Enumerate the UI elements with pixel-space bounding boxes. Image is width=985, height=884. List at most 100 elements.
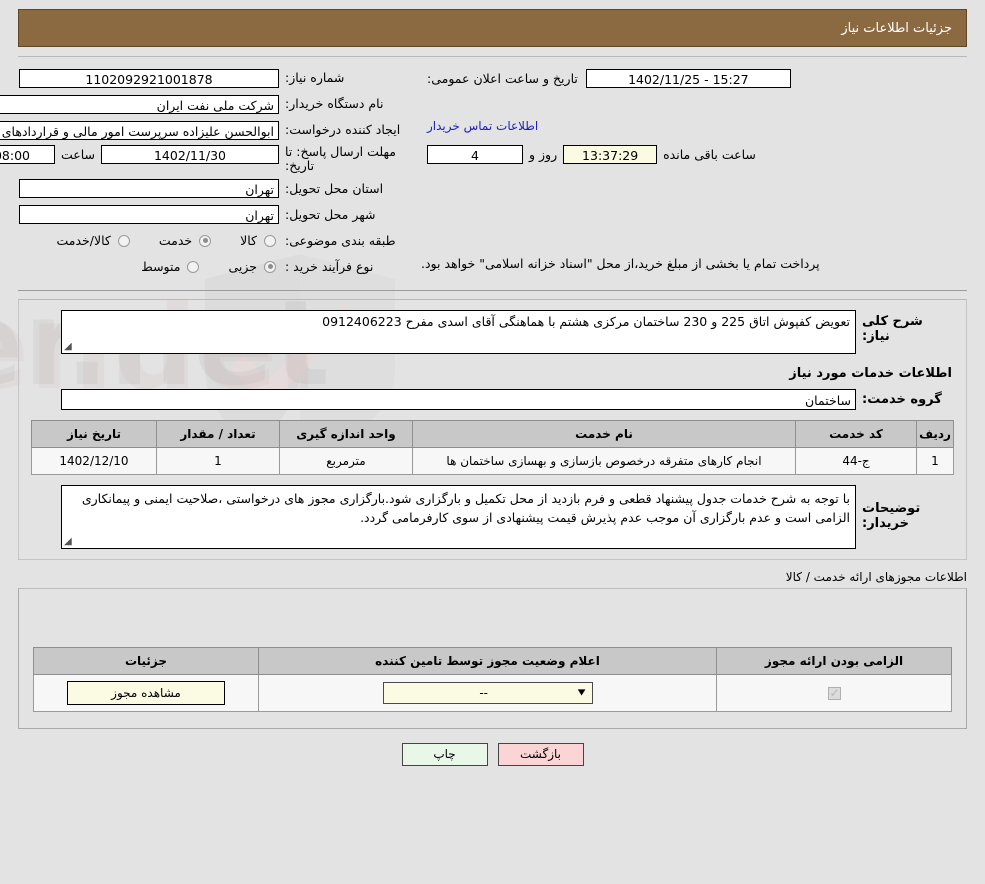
need-number-input[interactable]: 1102092921001878: [19, 68, 279, 88]
deadline-time-input[interactable]: 08:00: [0, 145, 55, 164]
deadline-label: مهلت ارسال پاسخ: تا تاریخ:: [285, 144, 396, 174]
chevron-down-icon: ▼: [577, 687, 586, 697]
permits-table-header-row: الزامی بودن ارائه مجوز اعلام وضعیت مجوز …: [33, 646, 952, 675]
services-section-title: اطلاعات خدمات مورد نیاز: [789, 365, 952, 381]
description-text: تعویض کفپوش اتاق 225 و 230 ساختمان مرکزی…: [322, 313, 850, 329]
category-radio-kala[interactable]: کالا: [240, 233, 279, 248]
process-label: نوع فرآیند خرید :: [285, 258, 374, 274]
row-deadline: ساعت باقی مانده 13:37:29 روز و 4 مهلت ار…: [0, 144, 967, 178]
service-group-label: گروه خدمت:: [862, 391, 942, 407]
col-index: ردیف: [916, 419, 954, 448]
row-buyer-notes: توضیحات خریدار: با توجه به شرح خدمات جدو…: [31, 484, 954, 549]
col-date: تاریخ نیاز: [31, 419, 157, 448]
process-option-label: جزیی: [228, 259, 257, 275]
col-permit-required: الزامی بودن ارائه مجوز: [716, 646, 952, 675]
category-label: طبقه بندی موضوعی:: [285, 232, 396, 248]
row-province: استان محل تحویل: تهران: [18, 178, 967, 204]
permit-required-checkbox[interactable]: [827, 686, 841, 700]
requester-label: ایجاد کننده درخواست:: [285, 122, 401, 138]
buyer-notes-text: با توجه به شرح خدمات جدول پیشنهاد قطعی و…: [81, 490, 850, 526]
back-button[interactable]: بازگشت: [497, 742, 584, 766]
resize-handle-icon[interactable]: ◣: [64, 536, 74, 547]
cell-name: انجام کارهای متفرقه درخصوص بازسازی و بهس…: [412, 446, 796, 475]
table-row: ▼ -- مشاهده مجوز: [33, 673, 952, 712]
permit-status-select[interactable]: ▼ --: [382, 681, 593, 704]
payment-note: پرداخت تمام یا بخشی از مبلغ خرید،از محل …: [421, 255, 820, 271]
row-city: شهر محل تحویل: تهران: [18, 204, 967, 230]
city-input[interactable]: تهران: [19, 205, 279, 225]
row-service-group: گروه خدمت: ساختمان: [31, 388, 954, 410]
buyer-contact-link[interactable]: اطلاعات تماس خریدار: [421, 119, 544, 133]
process-radio-motevaset[interactable]: متوسط: [141, 259, 202, 274]
permits-panel: الزامی بودن ارائه مجوز اعلام وضعیت مجوز …: [18, 587, 967, 729]
cell-index: 1: [916, 446, 954, 475]
radio-icon[interactable]: [117, 234, 130, 247]
process-option-label: متوسط: [141, 259, 181, 275]
view-permit-button[interactable]: مشاهده مجوز: [67, 680, 225, 705]
public-announce-value: 15:27 - 1402/11/25: [585, 68, 791, 88]
services-table-header-row: ردیف کد خدمت نام خدمت واحد اندازه گیری ت…: [31, 419, 954, 448]
table-row: 1 ج-44 انجام کارهای متفرقه درخصوص بازساز…: [31, 446, 954, 475]
radio-icon[interactable]: [199, 234, 212, 247]
remaining-days-label: روز و: [529, 147, 558, 162]
row-description: شرح کلی نیاز: تعویض کفپوش اتاق 225 و 230…: [31, 309, 954, 354]
page-title: جزئیات اطلاعات نیاز: [841, 20, 952, 36]
service-group-input[interactable]: ساختمان: [61, 388, 856, 410]
category-option-label: کالا/خدمت: [56, 233, 111, 249]
need-summary-panel: 15:27 - 1402/11/25 تاریخ و ساعت اعلان عم…: [0, 56, 967, 291]
permits-caption: اطلاعات مجوزهای ارائه خدمت / کالا: [785, 569, 967, 584]
city-label: شهر محل تحویل:: [285, 206, 376, 222]
cell-code: ج-44: [795, 446, 917, 475]
category-option-label: خدمت: [158, 233, 193, 249]
col-code: کد خدمت: [795, 419, 917, 448]
buyer-notes-label: توضیحات خریدار:: [862, 500, 921, 531]
permits-table: الزامی بودن ارائه مجوز اعلام وضعیت مجوز …: [33, 646, 952, 712]
cell-date: 1402/12/10: [31, 446, 157, 475]
category-radio-khedmat[interactable]: خدمت: [159, 233, 214, 248]
radio-icon[interactable]: [187, 260, 200, 273]
process-radio-jozei[interactable]: جزیی: [228, 259, 279, 274]
row-need-number: 15:27 - 1402/11/25 تاریخ و ساعت اعلان عم…: [18, 67, 967, 93]
row-buyer-org: نام دستگاه خریدار: شرکت ملی نفت ایران: [0, 93, 967, 119]
cell-permit-required: [716, 673, 952, 712]
buyer-org-label: نام دستگاه خریدار:: [285, 96, 384, 112]
province-label: استان محل تحویل:: [285, 180, 384, 196]
province-input[interactable]: تهران: [19, 179, 279, 199]
resize-handle-icon[interactable]: ◣: [64, 341, 74, 352]
col-permit-status: اعلام وضعیت مجوز توسط تامین کننده: [258, 646, 717, 675]
page-root: جزئیات اطلاعات نیاز 15:27 - 1402/11/25 ت…: [0, 9, 985, 766]
print-button[interactable]: چاپ: [401, 742, 488, 766]
row-process: پرداخت تمام یا بخشی از مبلغ خرید،از محل …: [18, 256, 967, 282]
category-option-label: کالا: [240, 233, 257, 249]
category-radio-kala-khedmat[interactable]: کالا/خدمت: [56, 233, 132, 248]
remaining-days: 4: [427, 145, 523, 164]
deadline-date-input[interactable]: 1402/11/30: [101, 145, 279, 164]
permit-status-value: --: [479, 685, 488, 700]
row-category: طبقه بندی موضوعی: کالا خدمت کالا/خدمت: [18, 230, 967, 256]
description-textarea[interactable]: تعویض کفپوش اتاق 225 و 230 ساختمان مرکزی…: [61, 309, 856, 354]
buyer-org-input[interactable]: شرکت ملی نفت ایران: [0, 94, 279, 114]
radio-icon[interactable]: [264, 260, 276, 273]
remaining-suffix: ساعت باقی مانده: [663, 147, 756, 162]
cell-permit-details: مشاهده مجوز: [33, 673, 259, 712]
remaining-time: 13:37:29: [563, 145, 658, 164]
requester-input[interactable]: ابوالحسن علیزاده سرپرست امور مالی و قرار…: [0, 120, 279, 140]
cell-permit-status: ▼ --: [258, 673, 717, 712]
public-announce-label: تاریخ و ساعت اعلان عمومی:: [427, 70, 578, 86]
description-label: شرح کلی نیاز:: [862, 313, 923, 344]
col-name: نام خدمت: [412, 419, 796, 448]
deadline-time-label: ساعت: [60, 147, 95, 162]
page-title-bar: جزئیات اطلاعات نیاز: [18, 9, 967, 47]
cell-unit: مترمربع: [279, 446, 413, 475]
services-table: ردیف کد خدمت نام خدمت واحد اندازه گیری ت…: [31, 419, 954, 475]
row-requester: اطلاعات تماس خریدار ایجاد کننده درخواست:…: [0, 119, 967, 145]
buyer-notes-textarea[interactable]: با توجه به شرح خدمات جدول پیشنهاد قطعی و…: [61, 484, 856, 549]
footer-actions: بازگشت چاپ: [0, 742, 985, 766]
need-details-panel: شرح کلی نیاز: تعویض کفپوش اتاق 225 و 230…: [18, 298, 967, 560]
radio-icon[interactable]: [264, 234, 276, 247]
col-permit-details: جزئیات: [33, 646, 259, 675]
col-quantity: تعداد / مقدار: [156, 419, 280, 448]
need-number-label: شماره نیاز:: [285, 70, 345, 86]
col-unit: واحد اندازه گیری: [279, 419, 413, 448]
cell-quantity: 1: [156, 446, 280, 475]
